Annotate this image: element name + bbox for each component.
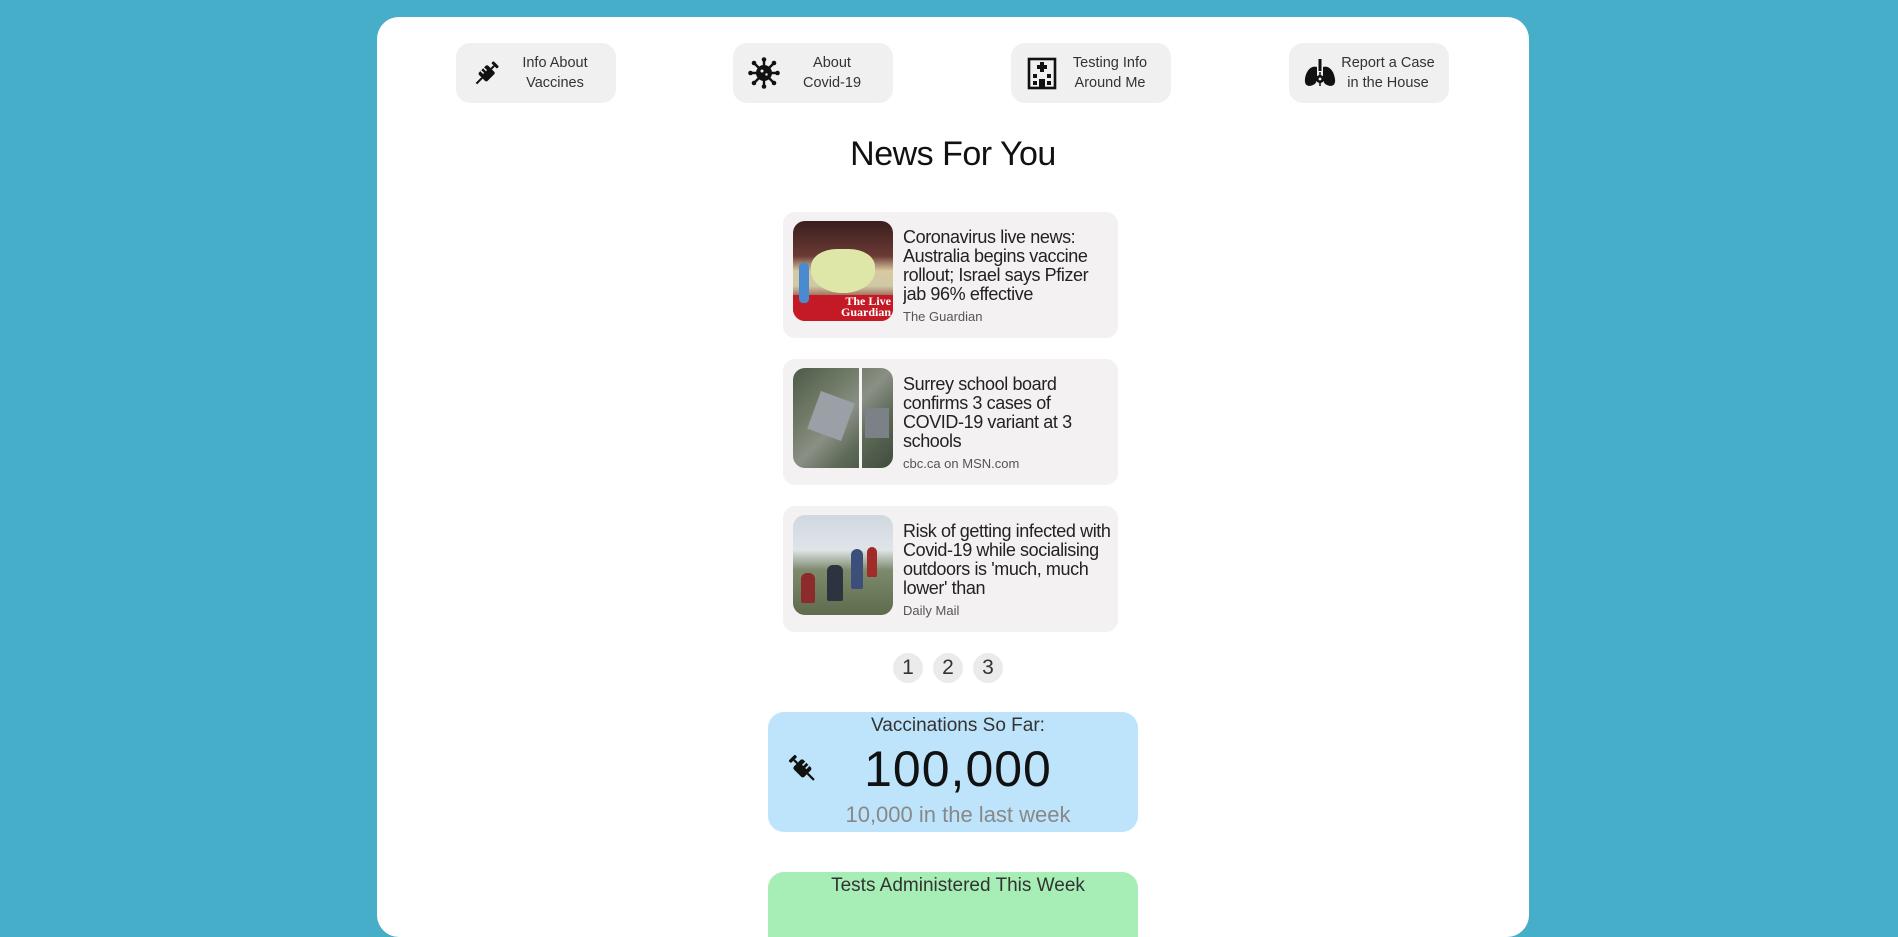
main-card: Info About Vaccines About Covid-19 Testi… [377, 17, 1529, 937]
page-2-button[interactable]: 2 [933, 653, 963, 683]
nav-about-covid-button[interactable]: About Covid-19 [733, 43, 893, 103]
news-source: Daily Mail [903, 603, 960, 618]
lungs-virus-icon [1303, 56, 1337, 90]
news-headline: Coronavirus live news: Australia begins … [903, 228, 1089, 304]
news-thumbnail-caption: The Live Guardian [840, 294, 891, 319]
nav-vaccine-info-label: Info About Vaccines [522, 55, 588, 91]
news-section-title: News For You [850, 135, 1056, 173]
news-card[interactable]: The Live Guardian Coronavirus live news:… [783, 212, 1118, 338]
page-1-button[interactable]: 1 [893, 653, 923, 683]
virus-icon [747, 56, 781, 90]
news-source: The Guardian [903, 309, 983, 324]
vaccinations-value: 100,000 [864, 741, 1052, 797]
news-headline: Risk of getting infected with Covid-19 w… [903, 522, 1111, 598]
tests-stat-card: Tests Administered This Week [768, 872, 1138, 937]
nav-report-case-label: Report a Case in the House [1341, 55, 1435, 91]
news-thumbnail: The Live Guardian [793, 221, 893, 321]
news-pagination: 1 2 3 [893, 653, 1003, 683]
page-3-button[interactable]: 3 [973, 653, 1003, 683]
vaccinations-stat-card: Vaccinations So Far: 100,000 10,000 in t… [768, 712, 1138, 832]
syringe-icon [470, 56, 504, 90]
news-headline: Surrey school board confirms 3 cases of … [903, 375, 1072, 451]
nav-vaccine-info-button[interactable]: Info About Vaccines [456, 43, 616, 103]
nav-testing-info-button[interactable]: Testing Info Around Me [1011, 43, 1171, 103]
news-card[interactable]: Surrey school board confirms 3 cases of … [783, 359, 1118, 485]
news-thumbnail [793, 515, 893, 615]
news-card[interactable]: Risk of getting infected with Covid-19 w… [783, 506, 1118, 632]
news-thumbnail [793, 368, 893, 468]
nav-report-case-button[interactable]: Report a Case in the House [1289, 43, 1449, 103]
vaccinations-label: Vaccinations So Far: [871, 715, 1045, 736]
hospital-icon [1025, 56, 1059, 90]
tests-label: Tests Administered This Week [831, 875, 1085, 896]
nav-testing-info-label: Testing Info Around Me [1072, 55, 1148, 91]
vaccinations-weekly: 10,000 in the last week [845, 802, 1071, 827]
news-source: cbc.ca on MSN.com [903, 456, 1020, 471]
nav-about-covid-label: About Covid-19 [802, 55, 862, 91]
